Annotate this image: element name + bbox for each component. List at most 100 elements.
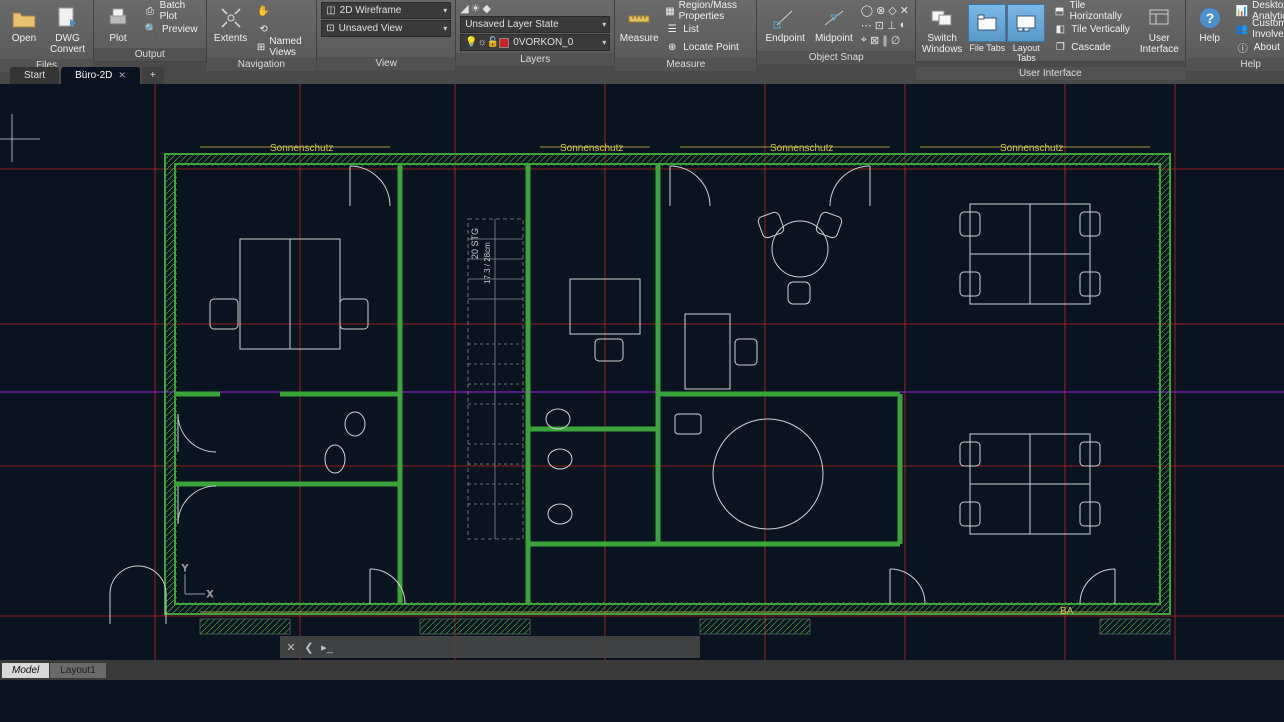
bulb-icon: 💡 [465,37,477,48]
osnap-node-icon[interactable]: ⊗ [876,4,885,17]
layer-icon3[interactable]: ◆ [483,2,491,15]
panel-layers: ◢ ☀ ◆ Unsaved Layer State 💡☼🔓0VORKON_0 L… [456,0,615,61]
new-tab-button[interactable]: + [142,67,164,84]
views-icon: ⊞ [257,40,266,54]
dwg-convert-icon [54,4,82,32]
midpoint-button[interactable]: Midpoint [811,2,857,46]
panel-label: View [317,57,455,70]
chevron-icon[interactable]: ❮ [302,640,316,654]
extents-button[interactable]: Extents [211,2,251,46]
panel-osnap: Endpoint Midpoint ◯⊗◇ ✕ ⋯⊡⊥◐ ⌖⊠∥∅ Object … [757,0,916,61]
svg-text:17.3 / 28cm: 17.3 / 28cm [483,242,492,284]
file-tabs-toggle[interactable] [968,4,1006,42]
tile-h-icon: ⬒ [1053,4,1065,18]
ribbon: Open DWG Convert Files Plot ⎙Batch Plot … [0,0,1284,62]
svg-text:Sonnenschutz: Sonnenschutz [560,143,623,154]
layer-icon1[interactable]: ◢ [460,2,468,15]
dwg-convert-button[interactable]: DWG Convert [46,2,89,57]
folder-open-icon [10,4,38,32]
plot-button[interactable]: Plot [98,2,138,46]
printer-icon [104,4,132,32]
osnap-perp-icon[interactable]: ⊥ [887,19,897,32]
batch-icon: ⎙ [144,4,156,18]
svg-text:Y: Y [182,563,188,573]
panel-view: ◫2D Wireframe ⊡Unsaved View View [317,0,456,61]
osnap-ins-icon[interactable]: ⊡ [875,19,884,32]
svg-text:BA: BA [1060,606,1074,617]
layer-state-dropdown[interactable]: Unsaved Layer State [460,16,610,33]
command-input[interactable] [338,641,696,653]
panel-label: Object Snap [757,51,915,64]
svg-text:?: ? [1205,10,1214,26]
command-line[interactable]: ✕ ❮ ▸_ [280,636,700,658]
osnap-par-icon[interactable]: ∥ [882,34,888,47]
layer-icon2[interactable]: ☀ [471,2,481,15]
extents-icon [217,4,245,32]
svg-text:X: X [207,589,213,599]
visual-style-dropdown[interactable]: ◫2D Wireframe [321,2,451,19]
endpoint-button[interactable]: Endpoint [761,2,808,46]
panel-navigation: Extents ✋ ⟲ ⊞Named Views Navigation [207,0,318,61]
layout-tabs-toggle[interactable] [1007,4,1045,42]
open-button[interactable]: Open [4,2,44,46]
tab-active-doc[interactable]: Büro-2D✕ [61,67,140,84]
osnap-app-icon[interactable]: ⊠ [870,34,879,47]
view-icon: ⊡ [326,23,334,34]
ruler-icon [625,4,653,32]
panel-label: Layers [456,53,614,66]
osnap-quad-icon[interactable]: ◇ [888,4,896,17]
help-button[interactable]: ? Help [1190,2,1230,46]
pan-button[interactable]: ✋ [253,2,313,20]
panel-label: Output [94,48,206,61]
list-icon: ☰ [665,22,679,36]
sun-icon: ☼ [478,37,487,48]
panel-label: Measure [615,58,756,71]
switch-windows-button[interactable]: Switch Windows [920,2,964,57]
batch-plot-button[interactable]: ⎙Batch Plot [140,2,202,20]
osnap-tan-icon[interactable]: ◐ [900,19,907,32]
panel-label: Navigation [207,58,317,71]
customer-icon: 👥 [1236,22,1248,36]
layout1-tab[interactable]: Layout1 [50,663,106,678]
layout-tab-bar: Model Layout1 [0,660,1284,680]
close-icon[interactable]: ✕ [284,640,298,654]
ui-icon [1145,4,1173,32]
user-interface-button[interactable]: User Interface [1138,2,1181,57]
customer-button[interactable]: 👥Customer Involvement [1232,20,1284,38]
prompt-icon: ▸_ [320,640,334,654]
drawing-canvas[interactable]: 20 STG 17.3 / 28cm Sonnenschutz Sonnensc… [0,84,1284,680]
preview-button[interactable]: 🔍Preview [140,20,202,38]
named-views-button[interactable]: ⊞Named Views [253,38,313,56]
view-dropdown[interactable]: ⊡Unsaved View [321,20,451,37]
help-icon: ? [1196,4,1224,32]
panel-output: Plot ⎙Batch Plot 🔍Preview Output [94,0,207,61]
osnap-ext-icon[interactable]: ⋯ [861,19,872,32]
osnap-none-icon[interactable]: ∅ [891,34,901,47]
osnap-int-icon[interactable]: ✕ [900,4,909,17]
measure-button[interactable]: Measure [619,2,659,46]
current-layer-dropdown[interactable]: 💡☼🔓0VORKON_0 [460,34,610,51]
panel-help: ? Help 📊Desktop Analytics 👥Customer Invo… [1186,0,1284,61]
svg-text:Sonnenschutz: Sonnenschutz [1000,143,1063,154]
tab-start[interactable]: Start [10,67,59,84]
panel-ui: Switch Windows File TabsLayout Tabs ⬒Til… [916,0,1186,61]
panel-files: Open DWG Convert Files [0,0,94,61]
info-icon: ⓘ [1236,40,1250,54]
tile-h-button[interactable]: ⬒Tile Horizontally [1049,2,1136,20]
pan-icon: ✋ [257,4,271,18]
osnap-near-icon[interactable]: ⌖ [861,34,867,47]
tile-v-button[interactable]: ◧Tile Vertically [1049,20,1136,38]
cascade-icon: ❐ [1053,40,1067,54]
region-button[interactable]: ▦Region/Mass Properties [661,2,752,20]
svg-text:Sonnenschutz: Sonnenschutz [770,143,833,154]
cube-icon: ◫ [326,5,335,16]
list-button[interactable]: ☰List [661,20,752,38]
panel-measure: Measure ▦Region/Mass Properties ☰List ⊕L… [615,0,757,61]
model-tab[interactable]: Model [2,663,49,678]
locate-button[interactable]: ⊕Locate Point [661,38,752,56]
about-button[interactable]: ⓘAbout [1232,38,1284,56]
panel-label: User Interface [916,67,1185,80]
osnap-center-icon[interactable]: ◯ [861,4,873,17]
close-icon[interactable]: ✕ [118,70,126,81]
cascade-button[interactable]: ❐Cascade [1049,38,1136,56]
